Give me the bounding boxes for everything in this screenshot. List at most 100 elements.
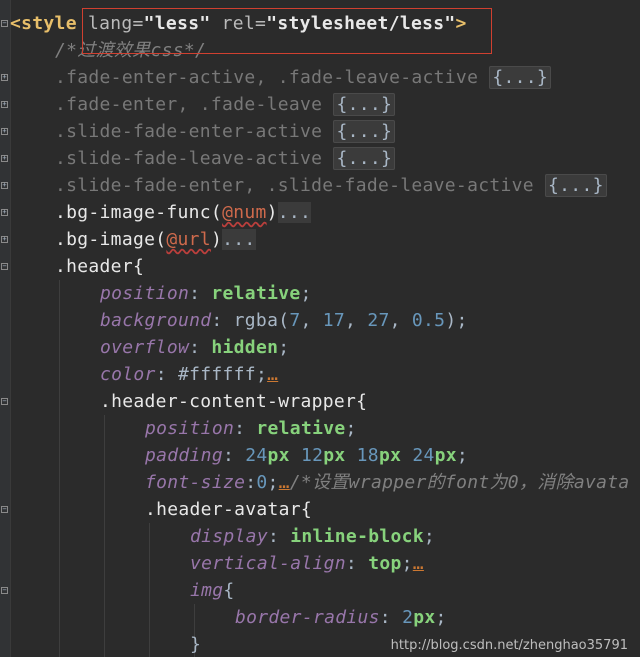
code-token: , <box>345 310 368 331</box>
code-token: ; <box>423 526 436 547</box>
code-token: @num <box>222 202 267 223</box>
code-token[interactable]: … <box>279 472 290 493</box>
code-token: inline-block <box>290 526 424 547</box>
code-token: color <box>100 364 156 385</box>
editor-gutter: − + + + + + + + − − − − <box>0 0 11 657</box>
code-token: < <box>10 13 22 34</box>
code-token: px <box>323 445 346 466</box>
fold-toggle-icon[interactable]: − <box>1 506 8 513</box>
fold-toggle-icon[interactable]: − <box>1 398 8 405</box>
code-token: , <box>300 310 323 331</box>
fold-toggle-icon[interactable]: + <box>1 209 8 216</box>
code-token: padding <box>145 445 223 466</box>
fold-toggle-icon[interactable]: + <box>1 101 8 108</box>
code-token: .bg-image-func( <box>55 202 223 223</box>
code-token: position <box>100 283 190 304</box>
code-line[interactable]: display: inline-block; <box>190 523 435 550</box>
code-line[interactable]: .header{ <box>55 253 144 280</box>
code-token: : <box>211 310 234 331</box>
code-token: img <box>190 580 224 601</box>
code-token: px <box>413 607 436 628</box>
code-token: : <box>345 553 369 574</box>
code-line[interactable]: color: #ffffff;… <box>100 361 278 388</box>
code-token: relative <box>211 283 301 304</box>
fold-toggle-icon[interactable]: − <box>1 263 8 270</box>
code-editor[interactable]: − + + + + + + + − − − − <style lang="less" rel="sty… <box>0 0 640 657</box>
code-line[interactable]: vertical-align: top;… <box>190 550 424 577</box>
code-line[interactable]: img{ <box>190 577 235 604</box>
code-token: 24 <box>245 445 268 466</box>
code-token: border-radius <box>235 607 380 628</box>
code-token: ; <box>300 283 312 304</box>
code-token: px <box>267 445 290 466</box>
code-line[interactable]: .fade-enter-active, .fade-leave-active {… <box>55 64 552 91</box>
code-token[interactable]: {...} <box>333 120 396 143</box>
code-token: 0.5 <box>411 310 446 331</box>
watermark-url: http://blog.csdn.net/zhenghao35791 <box>390 638 628 653</box>
code-token: : <box>189 337 212 358</box>
code-token: vertical-align <box>190 553 346 574</box>
code-token[interactable]: ... <box>277 202 312 223</box>
code-line[interactable]: .bg-image(@url)... <box>55 226 256 253</box>
code-token: : <box>267 526 291 547</box>
code-token: top <box>368 553 402 574</box>
code-token[interactable]: ... <box>222 229 256 250</box>
code-token: ) <box>266 202 278 223</box>
code-token: ; <box>278 337 290 358</box>
code-line[interactable]: overflow: hidden; <box>100 334 289 361</box>
code-line[interactable]: .header-content-wrapper{ <box>100 388 367 415</box>
code-token: ; <box>345 418 357 439</box>
code-token: } <box>190 634 202 655</box>
code-line[interactable]: .slide-fade-leave-active {...} <box>55 145 396 172</box>
code-token: 27 <box>367 310 390 331</box>
code-line[interactable]: position: relative; <box>145 415 357 442</box>
fold-toggle-icon[interactable]: − <box>1 587 8 594</box>
fold-toggle-icon[interactable]: + <box>1 128 8 135</box>
code-token: ; <box>255 364 268 385</box>
code-token[interactable]: {...} <box>333 147 396 170</box>
code-token[interactable]: {...} <box>489 66 552 89</box>
code-line[interactable]: background: rgba(7, 17, 27, 0.5); <box>100 307 468 334</box>
code-token: : <box>245 472 257 493</box>
indent-guide <box>59 280 60 657</box>
fold-toggle-icon[interactable]: − <box>1 20 8 27</box>
code-token: overflow <box>100 337 190 358</box>
code-line[interactable]: border-radius: 2px; <box>235 604 447 631</box>
fold-toggle-icon[interactable]: + <box>1 236 8 243</box>
code-token[interactable]: {...} <box>545 174 607 197</box>
code-token: .bg-image( <box>55 229 167 250</box>
code-line[interactable]: padding: 24px 12px 18px 24px; <box>145 442 468 469</box>
fold-toggle-icon[interactable]: + <box>1 155 8 162</box>
code-token: ); <box>445 310 468 331</box>
fold-toggle-icon[interactable]: + <box>1 182 8 189</box>
code-token: 7 <box>289 310 301 331</box>
code-token: .header-avatar{ <box>145 499 313 520</box>
code-token: 24 <box>412 445 435 466</box>
code-token: relative <box>256 418 346 439</box>
code-token[interactable]: … <box>413 553 424 574</box>
code-token: background <box>100 310 212 331</box>
fold-toggle-icon[interactable]: + <box>1 74 8 81</box>
code-line[interactable]: font-size:0;…/*设置wrapper的font为0，消除avata <box>145 469 630 496</box>
code-line[interactable]: .slide-fade-enter-active {...} <box>55 118 396 145</box>
code-token: : <box>379 607 403 628</box>
code-token[interactable]: … <box>267 364 278 385</box>
code-token: 17 <box>322 310 346 331</box>
code-token: ; <box>456 445 469 466</box>
code-token: ; <box>267 472 279 493</box>
code-token: @url <box>166 229 211 250</box>
code-token: px <box>434 445 457 466</box>
code-line[interactable]: } <box>190 631 201 657</box>
code-token: .fade-enter, .fade-leave <box>55 94 334 115</box>
code-line[interactable]: .fade-enter, .fade-leave {...} <box>55 91 396 118</box>
indent-guide <box>149 523 150 657</box>
code-line[interactable]: .header-avatar{ <box>145 496 312 523</box>
code-token[interactable]: {...} <box>333 93 396 116</box>
code-token: display <box>190 526 268 547</box>
code-line[interactable]: position: relative; <box>100 280 312 307</box>
code-line[interactable]: .bg-image-func(@num)... <box>55 199 312 226</box>
code-line[interactable]: .slide-fade-enter, .slide-fade-leave-act… <box>55 172 607 199</box>
